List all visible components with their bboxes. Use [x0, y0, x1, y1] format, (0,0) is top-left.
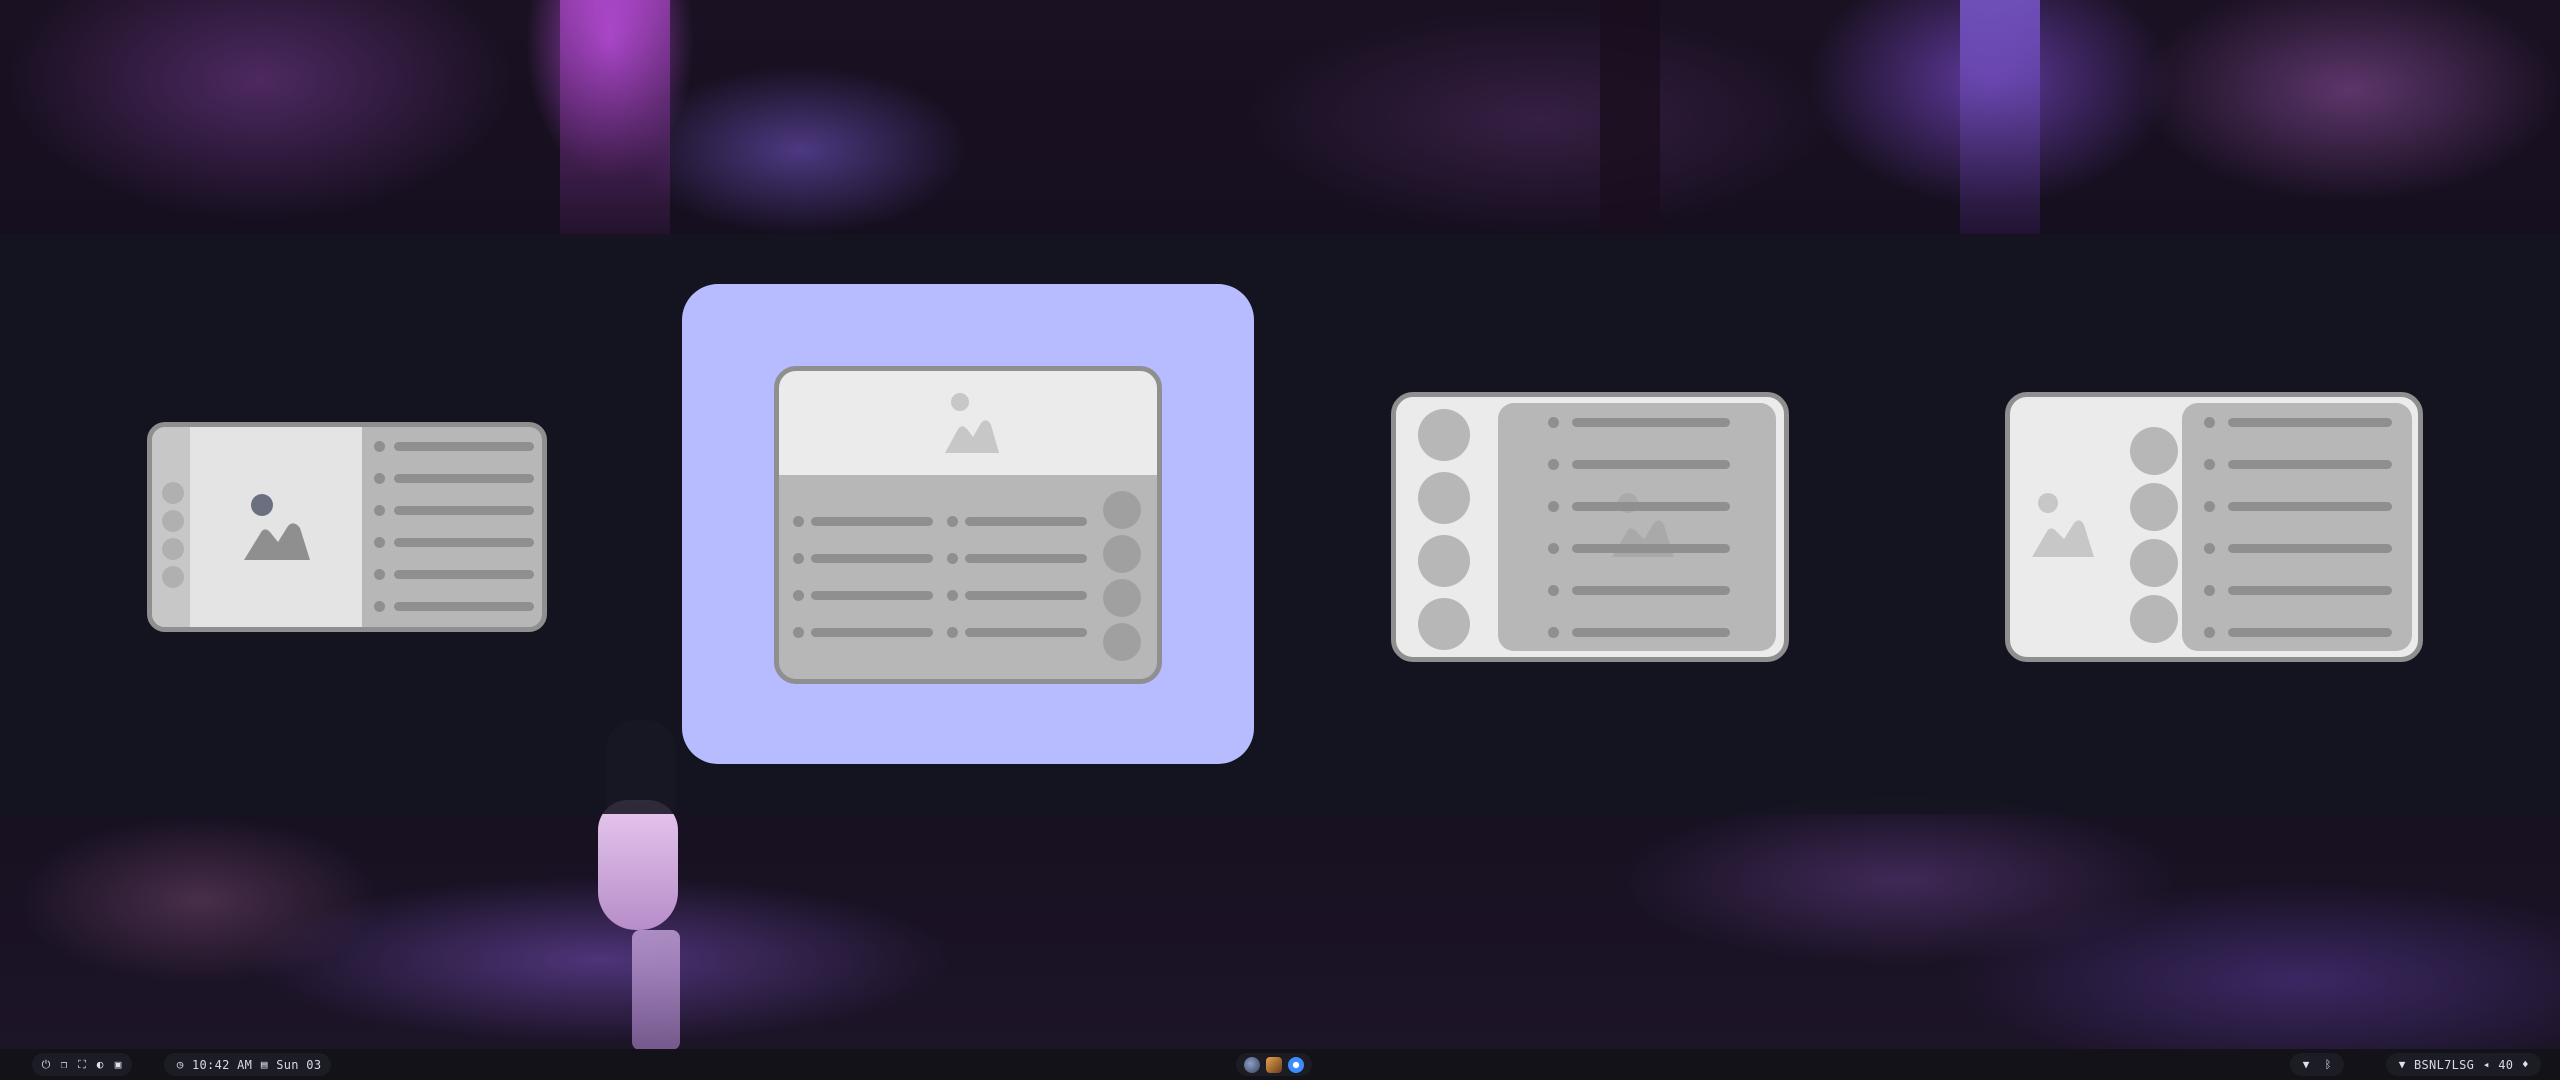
wallpaper-tree [560, 0, 670, 240]
image-icon [2030, 493, 2100, 557]
quick-actions-group: ⏻ ❐ ⛶ ◐ ▣ [32, 1053, 132, 1076]
system-tray: ▼ ᛒ [2290, 1053, 2344, 1076]
screenshot-icon[interactable]: ⛶ [76, 1058, 88, 1071]
app-orange-icon[interactable] [1266, 1056, 1282, 1073]
lock-icon[interactable]: ▣ [112, 1058, 124, 1071]
workspace-apps [1236, 1053, 1312, 1076]
wallpaper-tree [1960, 0, 2040, 240]
calendar-icon: ▤ [260, 1058, 268, 1071]
clock-date: Sun 03 [276, 1057, 322, 1072]
layout-option-sidebar-left[interactable] [147, 422, 547, 632]
copy-icon[interactable]: ❐ [58, 1058, 70, 1071]
clock-widget[interactable]: ◷ 10:42 AM ▤ Sun 03 [164, 1053, 332, 1076]
power-icon[interactable]: ⏻ [40, 1058, 52, 1071]
wallpaper-figure [598, 800, 678, 930]
clock-icon: ◷ [176, 1058, 184, 1071]
image-icon [242, 492, 312, 562]
image-icon [943, 393, 1003, 455]
layout-option-header-grid[interactable] [774, 366, 1162, 684]
wallpaper-figure-legs [632, 930, 680, 1050]
network-name: BSNL7LSG [2414, 1057, 2475, 1072]
wifi-icon: ▼ [2398, 1058, 2406, 1071]
volume-icon: ◂ [2482, 1058, 2490, 1071]
status-widget[interactable]: ▼ BSNL7LSG ◂ 40 ♦ [2386, 1053, 2542, 1076]
bluetooth-icon[interactable]: ᛒ [2322, 1058, 2334, 1071]
firefox-icon[interactable] [1244, 1056, 1260, 1073]
clock-time: 10:42 AM [192, 1057, 253, 1072]
volume-level: 40 [2498, 1057, 2514, 1072]
layout-option-split-circles[interactable] [2005, 392, 2423, 662]
palette-icon[interactable]: ◐ [94, 1058, 106, 1071]
layout-option-sidebar-circles[interactable] [1391, 392, 1789, 662]
wifi-icon[interactable]: ▼ [2300, 1058, 2312, 1071]
mic-icon: ♦ [2521, 1058, 2529, 1071]
wallpaper-tree [1600, 0, 1660, 240]
browser-blue-icon[interactable] [1288, 1056, 1304, 1073]
taskbar: ⏻ ❐ ⛶ ◐ ▣ ◷ 10:42 AM ▤ Sun 03 ▼ ᛒ ▼ BSNL… [0, 1049, 2560, 1080]
